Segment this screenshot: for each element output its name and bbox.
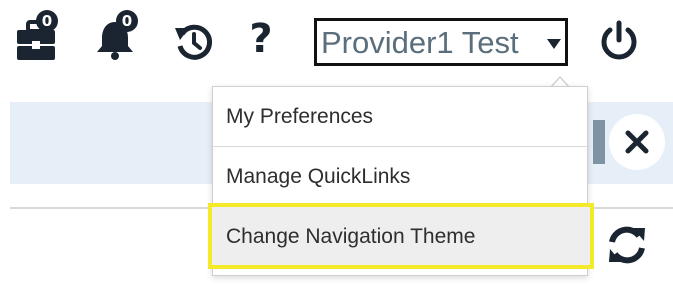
close-button[interactable] [609, 114, 665, 170]
user-dropdown-menu: My Preferences Manage QuickLinks Change … [208, 86, 594, 276]
scroll-indicator [593, 120, 605, 164]
user-menu-button[interactable]: Provider1 Test [314, 18, 568, 66]
user-name-label: Provider1 Test [321, 25, 519, 60]
menu-item-manage-quicklinks[interactable]: Manage QuickLinks [213, 147, 587, 207]
notifications-count-badge: 0 [116, 10, 138, 32]
close-icon [625, 130, 649, 154]
refresh-icon[interactable] [606, 224, 648, 266]
history-icon[interactable] [174, 22, 214, 62]
menu-item-my-preferences[interactable]: My Preferences [213, 87, 587, 147]
caret-down-icon [547, 39, 561, 49]
briefcase-count-badge: 0 [36, 10, 58, 32]
help-icon[interactable]: ? [246, 16, 276, 62]
power-icon[interactable] [600, 20, 638, 60]
menu-item-change-navigation-theme[interactable]: Change Navigation Theme [208, 203, 594, 269]
